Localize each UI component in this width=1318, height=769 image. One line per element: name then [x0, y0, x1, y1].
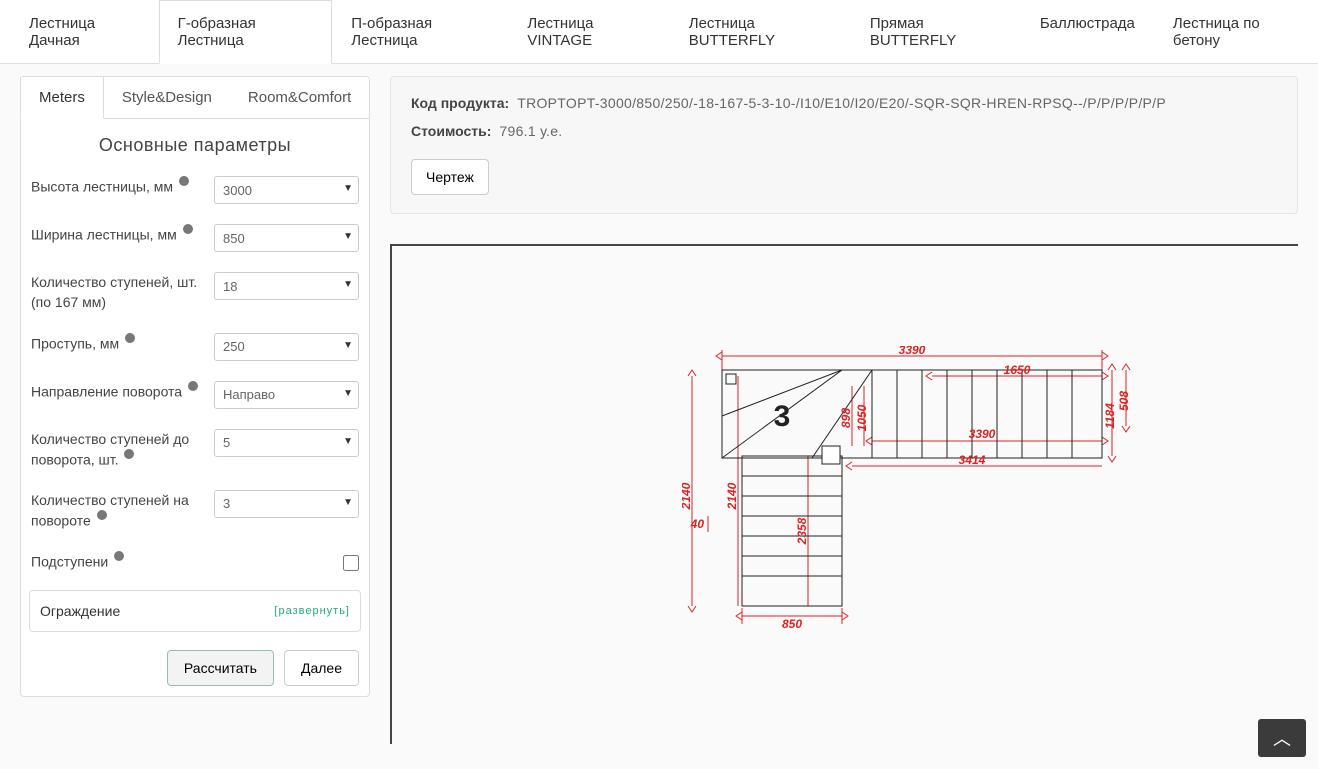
- tab-comfort[interactable]: Room&Comfort: [230, 77, 369, 118]
- dim-sub-width: 3414: [959, 453, 986, 467]
- direction-select[interactable]: Направо: [214, 381, 359, 409]
- expand-link[interactable]: [развернуть]: [274, 605, 350, 617]
- hint-icon[interactable]: [97, 510, 107, 520]
- dim-top-seg: 1650: [1004, 363, 1031, 377]
- dim-right1: 1184: [1103, 403, 1117, 429]
- dim-left: 2140: [682, 482, 693, 510]
- dim-left2: 2140: [725, 482, 739, 510]
- tab-balustrade[interactable]: Баллюстрада: [1021, 0, 1154, 63]
- next-button[interactable]: Далее: [284, 650, 359, 686]
- dim-mid-width: 3390: [969, 427, 996, 441]
- before-turn-select[interactable]: 5: [214, 429, 359, 457]
- cost-label: Стоимость:: [411, 123, 491, 139]
- height-select[interactable]: 3000: [214, 176, 359, 204]
- on-turn-label: Количество ступеней на повороте: [31, 492, 189, 529]
- hint-icon[interactable]: [114, 551, 124, 561]
- hint-icon[interactable]: [179, 176, 189, 186]
- hint-icon[interactable]: [125, 333, 135, 343]
- direction-label: Направление поворота: [31, 383, 182, 399]
- before-turn-label: Количество ступеней до поворота, шт.: [31, 431, 189, 468]
- hint-icon[interactable]: [124, 449, 134, 459]
- height-label: Высота лестницы, мм: [31, 179, 173, 195]
- code-value: TROPTOPT-3000/850/250/-18-167-5-3-10-/I1…: [517, 95, 1166, 111]
- dim-top-width: 3390: [899, 346, 926, 357]
- dim-right2: 508: [1117, 391, 1131, 411]
- hint-icon[interactable]: [183, 224, 193, 234]
- main-nav-tabs: Лестница Дачная Г-образная Лестница П-об…: [0, 0, 1318, 64]
- panel-heading: Основные параметры: [21, 119, 369, 166]
- tab-concrete[interactable]: Лестница по бетону: [1154, 0, 1318, 63]
- dim-left-small: 40: [690, 517, 705, 531]
- dim-mid-h2: 1050: [855, 404, 869, 431]
- on-turn-select[interactable]: 3: [214, 490, 359, 518]
- tab-vintage[interactable]: Лестница VINTAGE: [508, 0, 669, 63]
- dim-left-seg: 2358: [795, 517, 809, 545]
- drawing-view-label: 3: [774, 400, 791, 433]
- tread-label: Проступь, мм: [31, 335, 119, 351]
- tab-p-shape[interactable]: П-образная Лестница: [332, 0, 508, 63]
- risers-checkbox[interactable]: [343, 555, 359, 571]
- tab-meters[interactable]: Meters: [20, 77, 104, 119]
- chevron-up-icon: ︿: [1273, 725, 1291, 751]
- tab-straight-butterfly[interactable]: Прямая BUTTERFLY: [851, 0, 1021, 63]
- code-label: Код продукта:: [411, 95, 509, 111]
- drawing-button[interactable]: Чертеж: [411, 159, 489, 195]
- hint-icon[interactable]: [188, 381, 198, 391]
- config-panel: Meters Style&Design Room&Comfort Основны…: [20, 76, 370, 697]
- calculate-button[interactable]: Рассчитать: [167, 650, 274, 686]
- dim-mid-h1: 898: [839, 408, 853, 428]
- product-info-box: Код продукта: TROPTOPT-3000/850/250/-18-…: [390, 76, 1298, 214]
- width-select[interactable]: 850: [214, 224, 359, 252]
- drawing-svg: 3390 1650 3390 3414 850 1184 508 898 105…: [682, 346, 1142, 646]
- risers-label: Подступени: [31, 554, 108, 570]
- scroll-top-button[interactable]: ︿: [1258, 719, 1306, 757]
- tab-dachnaya[interactable]: Лестница Дачная: [10, 0, 159, 63]
- inner-tabs: Meters Style&Design Room&Comfort: [21, 77, 369, 119]
- tab-style[interactable]: Style&Design: [104, 77, 230, 118]
- cost-value: 796.1 у.е.: [499, 123, 562, 139]
- width-label: Ширина лестницы, мм: [31, 227, 177, 243]
- steps-select[interactable]: 18: [214, 272, 359, 300]
- tread-select[interactable]: 250: [214, 333, 359, 361]
- tab-butterfly[interactable]: Лестница BUTTERFLY: [670, 0, 851, 63]
- drawing-area: 3390 1650 3390 3414 850 1184 508 898 105…: [390, 244, 1298, 744]
- steps-label: Количество ступеней, шт. (по 167 мм): [31, 274, 197, 310]
- railing-collapse[interactable]: Ограждение [развернуть]: [29, 590, 361, 632]
- railing-label: Ограждение: [40, 603, 120, 619]
- tab-g-shape[interactable]: Г-образная Лестница: [159, 0, 333, 64]
- dim-bottom: 850: [782, 617, 802, 631]
